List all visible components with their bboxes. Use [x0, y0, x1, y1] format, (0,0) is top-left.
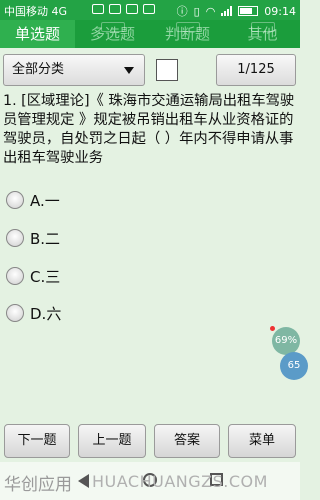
tab-true-false[interactable]: 判断题	[150, 20, 225, 48]
floating-widget-badge-secondary[interactable]: 65	[280, 352, 308, 380]
menu-button[interactable]: 菜单	[228, 424, 296, 458]
carrier-label: 中国移动 4G	[4, 5, 68, 18]
info-icon: ⓘ	[176, 5, 188, 18]
page-indicator: 1/125	[237, 62, 275, 77]
sms-icon	[143, 4, 155, 14]
notification-dot	[270, 326, 275, 331]
clock: 09:14	[264, 4, 296, 18]
tab-decoration-icon	[175, 22, 200, 32]
chevron-down-icon	[124, 67, 134, 74]
tab-multiple-choice[interactable]: 多选题	[75, 20, 150, 48]
answer-button[interactable]: 答案	[154, 424, 220, 458]
floating-widget-badge[interactable]: 69%	[272, 327, 300, 355]
watermark-cn: 华创应用	[4, 475, 72, 495]
message-icon	[92, 4, 104, 14]
option-c[interactable]: C.三	[6, 264, 60, 288]
tab-single-choice[interactable]: 单选题	[0, 20, 75, 48]
wifi-icon: ◠	[205, 4, 216, 18]
previous-question-button[interactable]: 上一题	[78, 424, 146, 458]
option-a[interactable]: A.一	[6, 188, 60, 212]
question-text: 1. [区域理论]《 珠海市交通运输局出租车驾驶员管理规定 》规定被吊销出租车从…	[3, 93, 295, 166]
toolbar: 全部分类 1/125	[0, 54, 300, 88]
favorite-checkbox[interactable]	[156, 59, 178, 81]
radio-icon	[6, 267, 24, 285]
category-select[interactable]: 全部分类	[3, 54, 145, 86]
tab-other[interactable]: 其他	[225, 20, 300, 48]
option-label: C.三	[30, 267, 61, 286]
signal-icon	[221, 6, 233, 16]
radio-icon	[6, 229, 24, 247]
tab-decoration-icon	[100, 22, 125, 32]
status-bar: 中国移动 4G ⓘ ▯ ◠ 09:14	[0, 0, 300, 20]
image-icon	[109, 4, 121, 14]
vibrate-icon: ▯	[193, 4, 200, 18]
page-indicator-button[interactable]: 1/125	[216, 54, 296, 86]
radio-icon	[6, 304, 24, 322]
question-type-tabs: 单选题 多选题 判断题 其他	[0, 20, 300, 48]
watermark-en: HUACHUANGZS.COM	[92, 472, 268, 491]
mail-icon	[126, 4, 138, 14]
radio-icon	[6, 191, 24, 209]
tab-label: 单选题	[14, 25, 60, 43]
next-question-button[interactable]: 下一题	[4, 424, 70, 458]
notification-icons	[92, 4, 155, 14]
option-b[interactable]: B.二	[6, 226, 60, 250]
battery-icon	[238, 6, 259, 16]
status-right: ⓘ ▯ ◠ 09:14	[177, 3, 296, 19]
category-value: 全部分类	[12, 62, 65, 77]
navigation-bar: 华创应用 HUACHUANGZS.COM	[0, 462, 300, 500]
option-label: B.二	[30, 229, 61, 248]
option-label: A.一	[30, 191, 60, 210]
option-d[interactable]: D.六	[6, 301, 61, 325]
tab-decoration-icon	[250, 22, 275, 32]
option-label: D.六	[30, 304, 62, 323]
back-icon[interactable]	[78, 474, 89, 488]
